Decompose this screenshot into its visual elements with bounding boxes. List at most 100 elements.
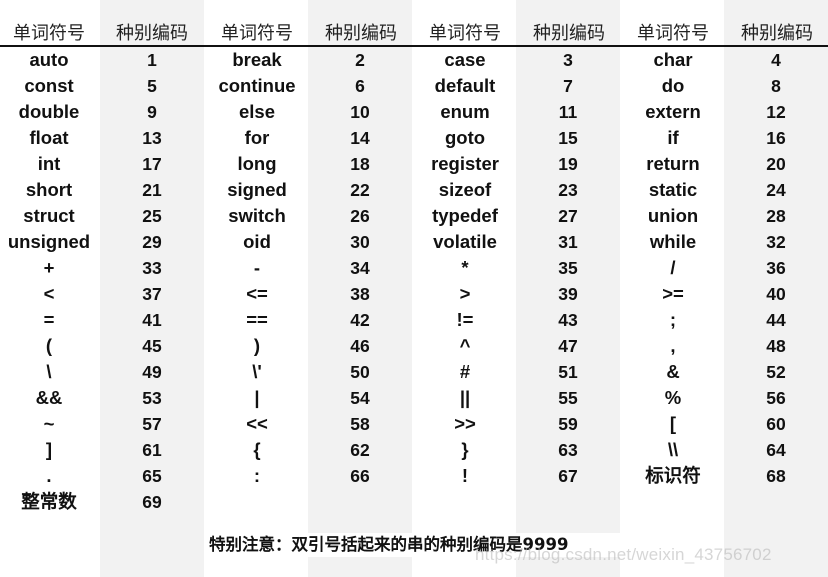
symbol-cell: if <box>667 127 679 148</box>
code-cell: 36 <box>766 258 786 278</box>
code-cell: 50 <box>350 362 370 382</box>
code-cell: 10 <box>350 102 370 122</box>
code-cell: 1 <box>147 50 157 70</box>
symbol-cell: return <box>646 153 700 174</box>
code-cell: 26 <box>350 206 370 226</box>
symbol-cell: { <box>253 439 261 460</box>
code-cell: 4 <box>771 50 781 70</box>
symbol-cell: != <box>456 309 474 330</box>
code-cell: 60 <box>766 414 786 434</box>
header-symbol: 单词符号 <box>429 23 501 44</box>
symbol-cell: ^ <box>459 335 471 356</box>
symbol-cell: >= <box>662 283 684 304</box>
symbol-cell: \' <box>252 361 262 382</box>
symbol-cell: ] <box>45 439 53 460</box>
code-cell: 33 <box>142 258 162 278</box>
code-cell: 61 <box>142 440 162 460</box>
symbol-cell: ; <box>669 309 677 330</box>
symbol-cell: short <box>25 179 73 200</box>
code-cell: 30 <box>350 232 370 252</box>
code-cell: 13 <box>142 128 162 148</box>
code-cell: 37 <box>142 284 162 304</box>
code-cell: 48 <box>766 336 786 356</box>
symbol-cell: . <box>46 465 52 486</box>
code-cell: 7 <box>563 76 573 96</box>
code-cell: 63 <box>558 440 578 460</box>
code-cell: 41 <box>142 310 162 330</box>
symbol-cell: double <box>18 101 80 122</box>
symbol-cell: const <box>24 75 74 96</box>
symbol-cell: while <box>649 231 697 252</box>
table-header-row: 单词符号 种别编码 单词符号 种别编码 单词符号 种别编码 单词符号 种别编码 <box>0 22 828 46</box>
symbol-cell: || <box>459 387 471 408</box>
symbol-cell: > <box>459 283 471 304</box>
code-cell: 23 <box>558 180 578 200</box>
code-cell: 52 <box>766 362 786 382</box>
code-cell: 65 <box>142 466 162 486</box>
symbol-cell: >> <box>454 413 476 434</box>
code-cell: 38 <box>350 284 370 304</box>
symbol-cell: switch <box>228 205 286 226</box>
code-cell: 20 <box>766 154 786 174</box>
symbol-cell: % <box>664 387 682 408</box>
code-cell: 11 <box>558 102 578 122</box>
symbol-cell: signed <box>227 179 287 200</box>
code-cell: 69 <box>142 492 162 512</box>
symbol-cell: continue <box>218 75 296 96</box>
code-cell: 28 <box>766 206 786 226</box>
code-cell: 18 <box>350 154 370 174</box>
symbol-cell: else <box>238 101 275 122</box>
code-cell: 40 <box>766 284 786 304</box>
symbol-cell: == <box>246 309 268 330</box>
symbol-cell: 标识符 <box>645 465 701 486</box>
code-cell: 2 <box>355 50 365 70</box>
symbol-cell: \ <box>46 361 52 382</box>
symbol-cell: sizeof <box>438 179 492 200</box>
code-cell: 6 <box>355 76 365 96</box>
symbol-cell: do <box>661 75 685 96</box>
symbol-cell: case <box>444 49 486 70</box>
symbol-cell: default <box>434 75 496 96</box>
symbol-cell: : <box>253 465 261 486</box>
code-cell: 59 <box>558 414 578 434</box>
symbol-cell: \\ <box>667 439 679 460</box>
code-cell: 14 <box>350 128 370 148</box>
symbol-cell: enum <box>440 101 490 122</box>
code-cell: 21 <box>142 180 162 200</box>
symbol-cell: break <box>232 49 282 70</box>
symbol-cell: [ <box>669 413 677 434</box>
symbol-cell: unsigned <box>7 231 91 252</box>
code-cell: 53 <box>142 388 162 408</box>
header-symbol: 单词符号 <box>221 23 293 44</box>
symbol-cell: <= <box>246 283 268 304</box>
code-cell: 8 <box>771 76 781 96</box>
symbol-cell: & <box>666 361 680 382</box>
header-code: 种别编码 <box>325 23 397 44</box>
symbol-cell: } <box>461 439 469 460</box>
symbol-cell: register <box>431 153 499 174</box>
symbol-cell: && <box>35 387 63 408</box>
symbol-cell: static <box>648 179 698 200</box>
watermark: https://blog.csdn.net/weixin_43756702 <box>475 545 772 564</box>
code-cell: 12 <box>766 102 786 122</box>
symbol-cell: long <box>237 153 277 174</box>
symbol-cell: oid <box>243 231 271 252</box>
code-cell: 34 <box>350 258 370 278</box>
symbol-cell: auto <box>29 49 69 70</box>
code-cell: 57 <box>142 414 162 434</box>
code-cell: 55 <box>558 388 578 408</box>
header-symbol: 单词符号 <box>637 23 709 44</box>
code-cell: 35 <box>558 258 578 278</box>
code-cell: 32 <box>766 232 786 252</box>
symbol-cell: struct <box>23 205 75 226</box>
header-code: 种别编码 <box>116 23 188 44</box>
code-cell: 16 <box>766 128 786 148</box>
symbol-cell: char <box>653 49 693 70</box>
code-cell: 62 <box>350 440 370 460</box>
symbol-cell: < <box>43 283 55 304</box>
code-cell: 15 <box>558 128 578 148</box>
symbol-cell: float <box>29 127 69 148</box>
code-cell: 51 <box>558 362 578 382</box>
symbol-cell: | <box>254 387 260 408</box>
symbol-cell: ~ <box>43 413 55 434</box>
